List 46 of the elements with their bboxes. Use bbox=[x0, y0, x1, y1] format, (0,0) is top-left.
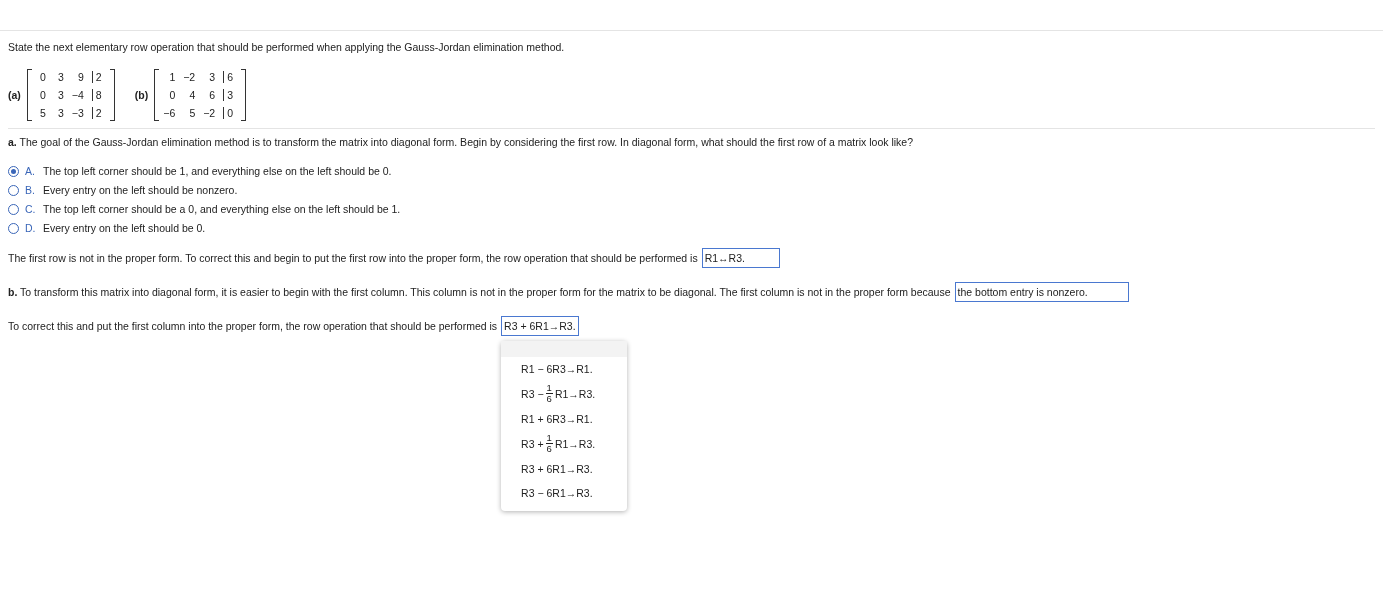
choice-text: The top left corner should be a 0, and everything else on the left should be 1. bbox=[43, 203, 401, 215]
dropdown-option[interactable]: R3 − 6R1→R3. bbox=[501, 480, 628, 505]
matrix-entry: 0 bbox=[223, 107, 238, 119]
matrix-label: (a) bbox=[8, 89, 21, 101]
matrix-entry: 2 bbox=[91, 71, 106, 83]
dropdown-option[interactable]: R1 + 6R3→R1. bbox=[501, 406, 628, 431]
instruction-text: State the next elementary row operation that should be performed when applying the Gauss-Jordan elimination method. bbox=[8, 41, 566, 53]
matrix-entry: 0 bbox=[39, 71, 46, 83]
matrix-entry: 4 bbox=[188, 89, 196, 101]
matrix-entry: 3 bbox=[208, 71, 216, 83]
sentence-text: The first row is not in the proper form. To correct this and begin to put the first row into the proper form, the row operation that should be performed is bbox=[8, 252, 698, 264]
matrix-entry: 0 bbox=[168, 89, 176, 101]
matrix-entry: −4 bbox=[71, 89, 84, 101]
choice-text: The top left corner should be 1, and everything else on the left should be 0. bbox=[43, 165, 392, 177]
matrix-entry: 3 bbox=[57, 71, 64, 83]
matrix-entry: −2 bbox=[183, 71, 196, 83]
matrix-entry: 3 bbox=[223, 89, 238, 101]
dropdown-option[interactable]: R1 − 6R3→R1. bbox=[501, 357, 628, 381]
sentence-text: To correct this and put the first column into the proper form, the row operation that should be performed is bbox=[8, 320, 498, 332]
matrix-entry: 8 bbox=[91, 89, 106, 101]
matrix-entry: 3 bbox=[57, 89, 64, 101]
answer-field[interactable]: R1↔R3. bbox=[701, 248, 780, 268]
matrix-entry: 5 bbox=[39, 107, 46, 119]
matrix-entry: 9 bbox=[77, 71, 84, 83]
matrix-entry: 1 bbox=[168, 71, 176, 83]
matrix-entry: 2 bbox=[91, 107, 106, 119]
choice-letter: A. bbox=[25, 165, 36, 177]
matrix-label: (b) bbox=[134, 89, 149, 101]
choice-letter: C. bbox=[25, 203, 37, 215]
choice-text: Every entry on the left should be nonzero. bbox=[43, 184, 238, 196]
question-text: a. The goal of the Gauss-Jordan elimination method is to transform the matrix into diagonal form. Begin by considering the first row. In diagonal form, what should the first row of a matrix look like? bbox=[8, 136, 914, 148]
matrix-entry: 6 bbox=[208, 89, 216, 101]
matrix-entry: −6 bbox=[163, 107, 176, 119]
matrix-entry: −2 bbox=[203, 107, 216, 119]
choice-text: Every entry on the left should be 0. bbox=[43, 222, 206, 234]
matrix-entry: 5 bbox=[188, 107, 196, 119]
question-text: b. To transform this matrix into diagonal form, it is easier to begin with the first column. This column is not in the proper form for the matrix to be diagonal. The first column is not in the proper form because bbox=[8, 286, 951, 298]
answer-field[interactable]: R3 + 6R1→R3. bbox=[501, 316, 579, 336]
choice-letter: B. bbox=[25, 184, 36, 196]
answer-field[interactable]: the bottom entry is nonzero. bbox=[954, 282, 1129, 302]
matrix-entry: 0 bbox=[39, 89, 46, 101]
matrix-entry: 3 bbox=[57, 107, 64, 119]
choice-letter: D. bbox=[25, 222, 37, 234]
matrix-entry: 6 bbox=[223, 71, 238, 83]
matrix-entry: −3 bbox=[71, 107, 84, 119]
dropdown-option[interactable]: R3 + 6R1→R3. bbox=[501, 456, 628, 481]
